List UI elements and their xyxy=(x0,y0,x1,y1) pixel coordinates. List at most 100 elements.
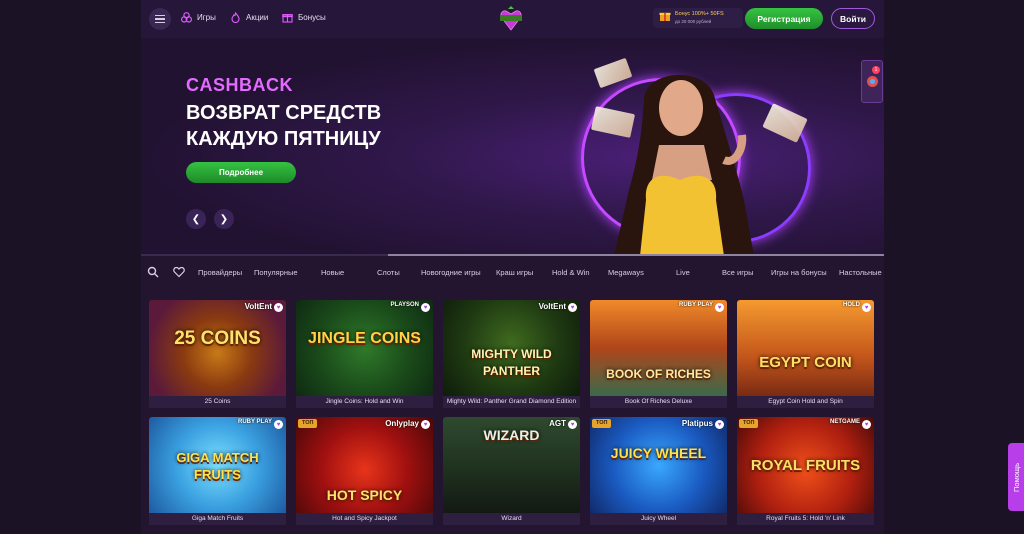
nav-item-games[interactable]: Игры xyxy=(181,12,216,23)
category-all[interactable]: Все игры xyxy=(722,268,754,277)
notification-badge: 1 xyxy=(872,66,880,74)
favorite-heart-icon[interactable]: ♥ xyxy=(421,420,430,429)
game-card[interactable]: WIZARD AGT ♥ Wizard xyxy=(443,417,580,527)
game-thumbnail[interactable]: WIZARD AGT ♥ xyxy=(443,417,580,513)
game-name: 25 Coins xyxy=(149,396,286,408)
bonus-title: Бонус 100%+ 50FS xyxy=(675,11,724,17)
favorite-heart-icon[interactable]: ♥ xyxy=(568,303,577,312)
favorite-heart-icon[interactable]: ♥ xyxy=(274,420,283,429)
banner-progress xyxy=(141,254,884,256)
game-art-title: WIZARD xyxy=(483,427,540,443)
game-art-title: 25 COINS xyxy=(174,328,261,349)
chevron-left-icon: ❮ xyxy=(191,213,201,225)
game-thumbnail[interactable]: ТОП HOT SPICY Onlyplay ♥ xyxy=(296,417,433,513)
game-name: Juicy Wheel xyxy=(590,513,727,525)
game-name: Royal Fruits 5: Hold 'n' Link xyxy=(737,513,874,525)
favorite-heart-icon[interactable]: ♥ xyxy=(715,420,724,429)
provider-label: NETGAME xyxy=(830,419,860,425)
fire-icon xyxy=(230,12,241,23)
banner-more-button[interactable]: Подробнее xyxy=(186,162,296,183)
category-new-year[interactable]: Новогодние игры xyxy=(421,268,481,277)
logo[interactable] xyxy=(497,6,525,32)
nav-label: Акции xyxy=(246,13,269,22)
game-thumbnail[interactable]: EGYPT COIN HOLD ♥ xyxy=(737,300,874,396)
main-container: Игры Акции Бонусы Бонус 100%+ 50FS до 20… xyxy=(141,0,884,534)
category-new[interactable]: Новые xyxy=(321,268,344,277)
provider-label: RUBY PLAY xyxy=(678,302,713,308)
provider-label: Platipus xyxy=(681,419,713,428)
promo-banner[interactable]: CASHBACK ВОЗВРАТ СРЕДСТВ КАЖДУЮ ПЯТНИЦУ … xyxy=(141,38,884,256)
favorite-heart-icon[interactable]: ♥ xyxy=(274,303,283,312)
game-art-title: JUICY WHEEL xyxy=(610,445,707,461)
category-live[interactable]: Live xyxy=(676,268,690,277)
game-thumbnail[interactable]: 25 COINS VoltEnt ♥ xyxy=(149,300,286,396)
category-popular[interactable]: Популярные xyxy=(254,268,298,277)
games-icon xyxy=(181,12,192,23)
nav-label: Игры xyxy=(197,13,216,22)
category-providers[interactable]: Провайдеры xyxy=(198,268,242,277)
provider-label: PLAYSON xyxy=(390,302,419,308)
wheel-icon xyxy=(867,76,878,87)
game-name: Wizard xyxy=(443,513,580,525)
category-hold-win[interactable]: Hold & Win xyxy=(552,268,590,277)
game-card[interactable]: 25 COINS VoltEnt ♥ 25 Coins xyxy=(149,300,286,410)
game-card[interactable]: MIGHTY WILD PANTHER VoltEnt ♥ Mighty Wil… xyxy=(443,300,580,410)
game-card[interactable]: EGYPT COIN HOLD ♥ Egypt Coin Hold and Sp… xyxy=(737,300,874,410)
nav-item-promos[interactable]: Акции xyxy=(230,12,268,23)
game-thumbnail[interactable]: BOOK OF RICHES RUBY PLAY ♥ xyxy=(590,300,727,396)
favorite-heart-icon[interactable]: ♥ xyxy=(715,303,724,312)
provider-label: HOLD xyxy=(843,302,860,308)
provider-label: VoltEnt xyxy=(244,302,272,311)
side-widget[interactable]: 1 xyxy=(861,60,883,103)
category-megaways[interactable]: Megaways xyxy=(608,268,644,277)
help-label: Помощь xyxy=(1011,462,1021,492)
banner-prev-button[interactable]: ❮ xyxy=(186,209,206,229)
favorite-heart-icon[interactable]: ♥ xyxy=(862,303,871,312)
category-bar: Провайдеры Популярные Новые Слоты Нового… xyxy=(141,261,884,283)
game-card[interactable]: ТОП ROYAL FRUITS NETGAME ♥ Royal Fruits … xyxy=(737,417,874,527)
game-card[interactable]: ТОП JUICY WHEEL Platipus ♥ Juicy Wheel xyxy=(590,417,727,527)
banner-headline-line1: ВОЗВРАТ СРЕДСТВ xyxy=(186,102,382,124)
game-art-title: JINGLE COINS xyxy=(308,330,421,347)
provider-label: AGT xyxy=(549,419,566,428)
nav-label: Бонусы xyxy=(298,13,326,22)
category-crash[interactable]: Краш игры xyxy=(496,268,533,277)
search-icon[interactable] xyxy=(147,266,159,278)
game-name: Giga Match Fruits xyxy=(149,513,286,525)
login-button[interactable]: Войти xyxy=(831,8,875,29)
nav-item-bonuses[interactable]: Бонусы xyxy=(282,12,326,23)
favorite-heart-icon[interactable]: ♥ xyxy=(568,420,577,429)
game-thumbnail[interactable]: JINGLE COINS PLAYSON ♥ xyxy=(296,300,433,396)
favorite-heart-icon[interactable]: ♥ xyxy=(421,303,430,312)
game-thumbnail[interactable]: ТОП ROYAL FRUITS NETGAME ♥ xyxy=(737,417,874,513)
provider-label: RUBY PLAY xyxy=(237,419,272,425)
game-card[interactable]: JINGLE COINS PLAYSON ♥ Jingle Coins: Hol… xyxy=(296,300,433,410)
banner-progress-fill xyxy=(388,254,884,256)
register-button[interactable]: Регистрация xyxy=(745,8,823,29)
category-table[interactable]: Настольные xyxy=(839,268,882,277)
menu-button[interactable] xyxy=(149,8,171,30)
game-art-title: GIGA MATCH FRUITS xyxy=(176,450,259,482)
bonus-offer[interactable]: Бонус 100%+ 50FS до 20 000 рублей xyxy=(653,8,743,28)
game-art-title: EGYPT COIN xyxy=(759,354,852,371)
top-badge: ТОП xyxy=(298,419,318,428)
game-art-title: BOOK OF RICHES xyxy=(606,367,711,381)
game-card[interactable]: BOOK OF RICHES RUBY PLAY ♥ Book Of Riche… xyxy=(590,300,727,410)
gift-icon xyxy=(659,9,671,27)
game-thumbnail[interactable]: GIGA MATCH FRUITS RUBY PLAY ♥ xyxy=(149,417,286,513)
game-name: Jingle Coins: Hold and Win xyxy=(296,396,433,408)
banner-headline-line2: КАЖДУЮ ПЯТНИЦУ xyxy=(186,128,381,150)
category-slots[interactable]: Слоты xyxy=(377,268,400,277)
game-card[interactable]: GIGA MATCH FRUITS RUBY PLAY ♥ Giga Match… xyxy=(149,417,286,527)
bonus-subtitle: до 20 000 рублей xyxy=(675,19,712,24)
category-bonus-games[interactable]: Игры на бонусы xyxy=(771,268,827,277)
help-button[interactable]: Помощь xyxy=(1008,443,1024,511)
game-thumbnail[interactable]: ТОП JUICY WHEEL Platipus ♥ xyxy=(590,417,727,513)
provider-label: VoltEnt xyxy=(538,302,566,311)
heart-icon[interactable] xyxy=(173,266,185,278)
game-card[interactable]: ТОП HOT SPICY Onlyplay ♥ Hot and Spicy J… xyxy=(296,417,433,527)
game-art-title: MIGHTY WILD PANTHER xyxy=(471,347,552,378)
banner-next-button[interactable]: ❯ xyxy=(214,209,234,229)
game-thumbnail[interactable]: MIGHTY WILD PANTHER VoltEnt ♥ xyxy=(443,300,580,396)
favorite-heart-icon[interactable]: ♥ xyxy=(862,420,871,429)
